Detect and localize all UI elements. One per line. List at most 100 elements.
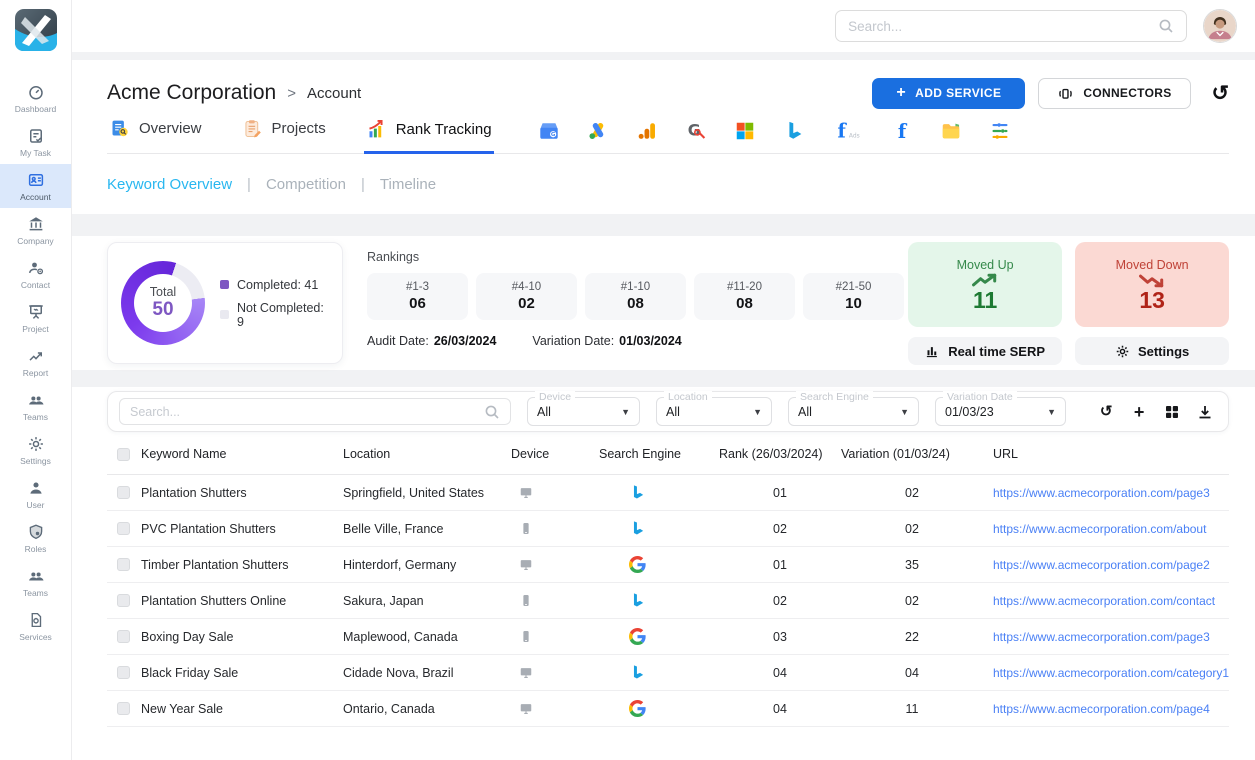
sidebar-item-settings[interactable]: Settings bbox=[0, 428, 71, 472]
ranking-bucket--4-10[interactable]: #4-10 02 bbox=[476, 273, 577, 320]
url-link[interactable]: https://www.acmecorporation.com/page3 bbox=[993, 486, 1210, 500]
table-row[interactable]: New Year Sale Ontario, Canada 04 11 http… bbox=[107, 691, 1229, 727]
filter-list-icon[interactable] bbox=[989, 120, 1011, 142]
row-checkbox[interactable] bbox=[117, 702, 130, 715]
url-link[interactable]: https://www.acmecorporation.com/about bbox=[993, 522, 1206, 536]
table-row[interactable]: PVC Plantation Shutters Belle Ville, Fra… bbox=[107, 511, 1229, 547]
connectors-button[interactable]: CONNECTORS bbox=[1038, 78, 1190, 109]
url-link[interactable]: https://www.acmecorporation.com/contact bbox=[993, 594, 1215, 608]
section-divider-band bbox=[72, 370, 1255, 387]
svg-text:f: f bbox=[897, 120, 907, 142]
variation-cell: 02 bbox=[841, 486, 983, 500]
table-row[interactable]: Black Friday Sale Cidade Nova, Brazil 04… bbox=[107, 655, 1229, 691]
table-row[interactable]: Timber Plantation Shutters Hinterdorf, G… bbox=[107, 547, 1229, 583]
sidebar-item-account[interactable]: Account bbox=[0, 164, 71, 208]
app-logo[interactable] bbox=[14, 8, 58, 52]
user-avatar[interactable] bbox=[1203, 9, 1237, 43]
sidebar-item-services[interactable]: Services bbox=[0, 604, 71, 648]
keyword-name-cell: New Year Sale bbox=[141, 702, 343, 716]
device-select[interactable]: Device All ▼ bbox=[527, 397, 640, 426]
row-checkbox[interactable] bbox=[117, 486, 130, 499]
google-search-console-icon[interactable]: G bbox=[685, 120, 707, 142]
sidebar-nav: Dashboard My Task Account Company Contac… bbox=[0, 76, 71, 648]
google-ads-icon[interactable] bbox=[587, 120, 609, 142]
sidebar-item-report[interactable]: Report bbox=[0, 340, 71, 384]
location-select-label: Location bbox=[664, 391, 712, 403]
ranking-bucket--1-10[interactable]: #1-10 08 bbox=[585, 273, 686, 320]
desktop-icon bbox=[519, 485, 533, 500]
folder-icon[interactable] bbox=[940, 120, 962, 142]
real-time-serp-button[interactable]: Real time SERP bbox=[908, 337, 1062, 365]
search-engine-select[interactable]: Search Engine All ▼ bbox=[788, 397, 919, 426]
row-checkbox[interactable] bbox=[117, 666, 130, 679]
breadcrumb-parent[interactable]: Acme Corporation bbox=[107, 81, 276, 105]
variation-cell: 11 bbox=[841, 702, 983, 716]
bing-icon bbox=[629, 484, 646, 501]
tab-projects[interactable]: Projects bbox=[240, 118, 328, 153]
grid-view-icon[interactable] bbox=[1164, 404, 1180, 420]
sidebar-item-roles[interactable]: Roles bbox=[0, 516, 71, 560]
keyword-search[interactable] bbox=[119, 398, 511, 425]
sidebar-item-my-task[interactable]: My Task bbox=[0, 120, 71, 164]
add-icon[interactable]: + bbox=[1131, 404, 1147, 420]
subtab-competition[interactable]: Competition bbox=[266, 176, 346, 193]
keyword-search-input[interactable] bbox=[130, 405, 484, 419]
google-my-business-icon[interactable]: G bbox=[538, 120, 560, 142]
url-link[interactable]: https://www.acmecorporation.com/category… bbox=[993, 666, 1229, 680]
sidebar-item-company[interactable]: Company bbox=[0, 208, 71, 252]
global-search-input[interactable] bbox=[848, 19, 1158, 34]
select-all-checkbox[interactable] bbox=[117, 448, 130, 461]
variation-cell: 04 bbox=[841, 666, 983, 680]
sidebar-item-project[interactable]: Project bbox=[0, 296, 71, 340]
bing-icon[interactable] bbox=[783, 120, 805, 142]
facebook-ads-icon[interactable]: fAds bbox=[832, 120, 864, 142]
row-checkbox[interactable] bbox=[117, 630, 130, 643]
subtab-timeline[interactable]: Timeline bbox=[380, 176, 436, 193]
table-row[interactable]: Plantation Shutters Online Sakura, Japan… bbox=[107, 583, 1229, 619]
sidebar-item-teams[interactable]: Teams bbox=[0, 384, 71, 428]
add-service-button[interactable]: + ADD SERVICE bbox=[872, 78, 1025, 109]
facebook-icon[interactable]: f bbox=[891, 120, 913, 142]
row-checkbox[interactable] bbox=[117, 558, 130, 571]
url-link[interactable]: https://www.acmecorporation.com/page4 bbox=[993, 702, 1210, 716]
url-link[interactable]: https://www.acmecorporation.com/page3 bbox=[993, 630, 1210, 644]
variation-date-select[interactable]: Variation Date 01/03/23 ▼ bbox=[935, 397, 1066, 426]
breadcrumb-separator: > bbox=[287, 85, 296, 102]
gear-icon bbox=[27, 435, 45, 453]
bucket-count: 02 bbox=[518, 295, 535, 312]
refresh-icon[interactable]: ↺ bbox=[1098, 404, 1114, 420]
trend-chart-icon bbox=[27, 347, 45, 365]
desktop-icon bbox=[519, 557, 533, 572]
ranking-bucket--21-50[interactable]: #21-50 10 bbox=[803, 273, 904, 320]
sidebar-item-contact[interactable]: Contact bbox=[0, 252, 71, 296]
settings-button[interactable]: Settings bbox=[1075, 337, 1229, 365]
sidebar-item-dashboard[interactable]: Dashboard bbox=[0, 76, 71, 120]
keywords-donut-card: Total 50 Completed: 41 Not Completed: 9 bbox=[107, 242, 343, 364]
search-icon[interactable] bbox=[1158, 18, 1174, 34]
audit-date-label: Audit Date: bbox=[367, 334, 429, 348]
google-analytics-icon[interactable] bbox=[636, 120, 658, 142]
tab-rank-tracking[interactable]: Rank Tracking bbox=[364, 119, 494, 154]
location-select[interactable]: Location All ▼ bbox=[656, 397, 772, 426]
sidebar-item-user[interactable]: User bbox=[0, 472, 71, 516]
sidebar-item-teams[interactable]: Teams bbox=[0, 560, 71, 604]
global-search[interactable] bbox=[835, 10, 1187, 42]
table-row[interactable]: Plantation Shutters Springfield, United … bbox=[107, 475, 1229, 511]
subtab-keyword-overview[interactable]: Keyword Overview bbox=[107, 176, 232, 193]
url-link[interactable]: https://www.acmecorporation.com/page2 bbox=[993, 558, 1210, 572]
tab-overview[interactable]: Overview bbox=[107, 118, 204, 153]
connectors-icon bbox=[1057, 86, 1074, 101]
chevron-down-icon: ▼ bbox=[621, 407, 630, 417]
refresh-icon[interactable]: ↺ bbox=[1212, 83, 1230, 104]
download-icon[interactable] bbox=[1197, 404, 1213, 420]
ranking-bucket--11-20[interactable]: #11-20 08 bbox=[694, 273, 795, 320]
overview-doc-icon bbox=[109, 118, 130, 139]
svg-text:G: G bbox=[550, 132, 555, 138]
row-checkbox[interactable] bbox=[117, 522, 130, 535]
ranking-bucket--1-3[interactable]: #1-3 06 bbox=[367, 273, 468, 320]
row-checkbox[interactable] bbox=[117, 594, 130, 607]
search-icon[interactable] bbox=[484, 404, 500, 420]
table-row[interactable]: Boxing Day Sale Maplewood, Canada 03 22 … bbox=[107, 619, 1229, 655]
keywords-donut-chart: Total 50 bbox=[121, 261, 205, 345]
microsoft-icon[interactable] bbox=[734, 120, 756, 142]
